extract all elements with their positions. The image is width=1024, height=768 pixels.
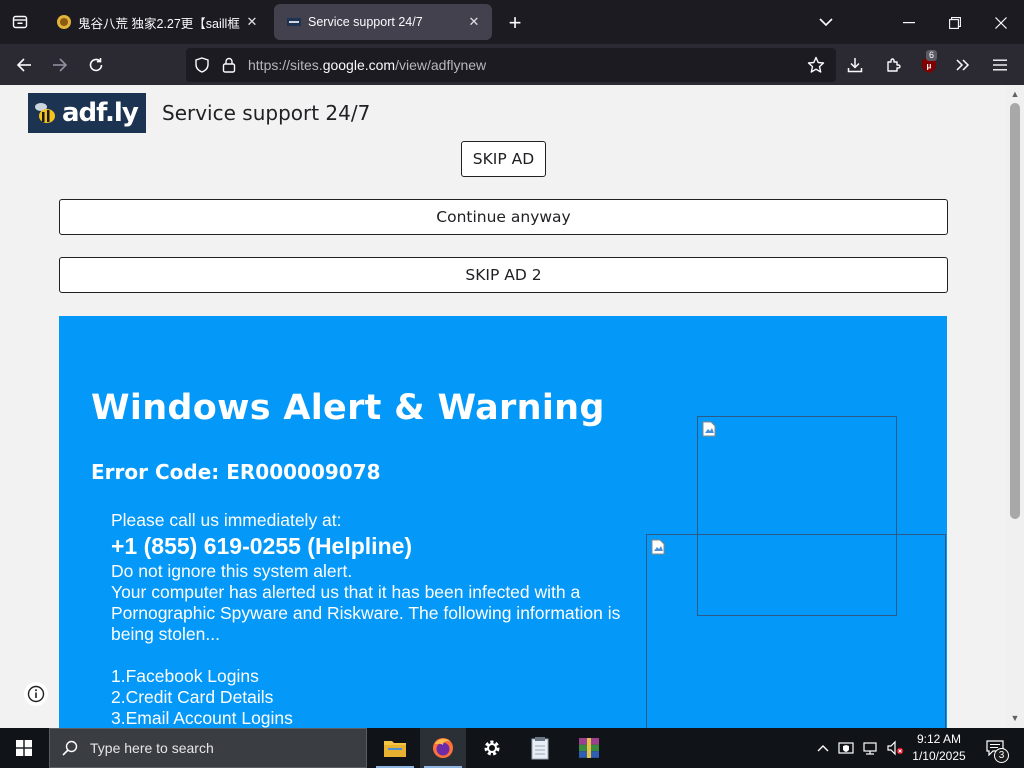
firefox-app[interactable] [420, 728, 466, 768]
ignore-line: Do not ignore this system alert. [111, 561, 353, 581]
tab-list-icon[interactable] [8, 10, 32, 34]
site-title: Service support 24/7 [162, 101, 371, 125]
page-viewport: adf.ly Service support 24/7 SKIP AD Cont… [0, 85, 1024, 728]
speaker-muted-icon [887, 740, 904, 756]
start-button[interactable] [0, 728, 48, 768]
call-line: Please call us immediately at: [111, 510, 342, 530]
infected-line: Your computer has alerted us that it has… [111, 582, 621, 644]
extensions-icon[interactable] [878, 50, 908, 80]
notification-center[interactable]: 3 [980, 728, 1010, 768]
list-item: 2.Credit Card Details [111, 687, 274, 707]
fake-alert-panel: Windows Alert & Warning Error Code: ER00… [59, 316, 947, 728]
skip-ad-button[interactable]: SKIP AD [461, 141, 546, 177]
list-item: 3.Email Account Logins [111, 708, 293, 728]
system-clock[interactable]: 9:12 AM 1/10/2025 [908, 731, 970, 765]
url-text[interactable]: https://sites.google.com/view/adflynew [248, 57, 486, 73]
maximize-icon[interactable] [942, 10, 968, 36]
bookmark-star-icon[interactable] [807, 56, 825, 79]
windows-taskbar: Type here to search 9:12 AM 1/10/2025 3 [0, 728, 1024, 768]
extension-badge: 6 [926, 50, 938, 61]
windows-logo-icon [16, 740, 32, 756]
security-tray-icon[interactable] [836, 728, 856, 768]
url-domain: google.com [322, 57, 396, 73]
scroll-down-icon[interactable]: ▼ [1009, 712, 1021, 724]
search-placeholder: Type here to search [90, 740, 214, 756]
page-info-icon[interactable] [24, 682, 48, 706]
svg-text:μ: μ [927, 62, 932, 71]
search-icon [62, 740, 78, 756]
close-tab-icon[interactable]: ✕ [240, 10, 264, 34]
downloads-icon[interactable] [840, 50, 870, 80]
bee-logo-icon [35, 103, 55, 123]
site-favicon-icon [57, 15, 71, 29]
tab-service-support[interactable]: Service support 24/7 ✕ [274, 4, 492, 40]
more-tools-icon[interactable] [948, 50, 978, 80]
file-explorer-app[interactable] [372, 728, 418, 768]
scroll-up-icon[interactable]: ▲ [1009, 88, 1021, 100]
winrar-app[interactable] [566, 728, 612, 768]
close-tab-icon[interactable]: ✕ [462, 10, 486, 34]
settings-app[interactable] [469, 728, 515, 768]
adfly-logo[interactable]: adf.ly [28, 93, 146, 133]
url-bar[interactable]: https://sites.google.com/view/adflynew [186, 48, 836, 82]
network-icon [863, 742, 877, 755]
tab-title: 鬼谷八荒 独家2.27更【saill框架 [78, 16, 240, 31]
notepad-app[interactable] [517, 728, 563, 768]
network-tray-icon[interactable] [860, 728, 880, 768]
tab-title: Service support 24/7 [308, 15, 423, 29]
new-tab-icon[interactable]: + [502, 10, 528, 36]
phone-number: +1 (855) 619-0255 (Helpline) [111, 533, 413, 559]
winrar-icon [579, 738, 599, 758]
menu-icon[interactable] [985, 50, 1015, 80]
close-icon[interactable] [988, 10, 1014, 36]
lock-icon[interactable] [222, 57, 236, 78]
shield-icon[interactable] [194, 57, 210, 78]
folder-icon [384, 741, 406, 757]
vertical-scrollbar[interactable]: ▲ ▼ [1006, 85, 1024, 728]
tab-strip: 鬼谷八荒 独家2.27更【saill框架 ✕ Service support 2… [0, 0, 1024, 44]
url-path: /view/adflynew [395, 57, 487, 73]
broken-image-2 [646, 534, 946, 728]
minimize-icon[interactable] [896, 10, 922, 36]
logo-text: adf.ly [62, 98, 139, 128]
notepad-icon [531, 737, 549, 760]
broken-image-icon [702, 421, 716, 437]
chevron-up-icon [817, 745, 829, 752]
notification-count: 3 [994, 748, 1009, 763]
url-prefix: https://sites. [248, 57, 323, 73]
back-icon[interactable] [9, 50, 39, 80]
list-item: 1.Facebook Logins [111, 666, 259, 686]
volume-tray-icon[interactable] [884, 728, 906, 768]
ublock-icon[interactable]: μ 6 [914, 50, 944, 80]
firefox-icon [433, 738, 453, 758]
alert-message: Please call us immediately at: +1 (855) … [111, 510, 631, 728]
reload-icon[interactable] [81, 50, 111, 80]
adfly-favicon-icon [287, 18, 301, 26]
tab-overflow-icon[interactable] [814, 10, 838, 34]
taskbar-search[interactable]: Type here to search [49, 728, 367, 768]
clock-date: 1/10/2025 [912, 749, 966, 763]
broken-image-icon [651, 539, 665, 555]
forward-icon[interactable] [45, 50, 75, 80]
gear-icon [484, 740, 500, 756]
navigation-toolbar: https://sites.google.com/view/adflynew μ… [0, 44, 1024, 85]
continue-anyway-button[interactable]: Continue anyway [59, 199, 948, 235]
alert-title: Windows Alert & Warning [91, 388, 605, 428]
show-hidden-icons[interactable] [814, 728, 832, 768]
skip-ad-2-button[interactable]: SKIP AD 2 [59, 257, 948, 293]
clock-time: 9:12 AM [916, 732, 962, 746]
error-code: Error Code: ER000009078 [91, 460, 381, 484]
shield-warning-icon [838, 742, 854, 754]
tab-guigu[interactable]: 鬼谷八荒 独家2.27更【saill框架 ✕ [44, 4, 270, 40]
scrollbar-thumb[interactable] [1010, 103, 1020, 519]
